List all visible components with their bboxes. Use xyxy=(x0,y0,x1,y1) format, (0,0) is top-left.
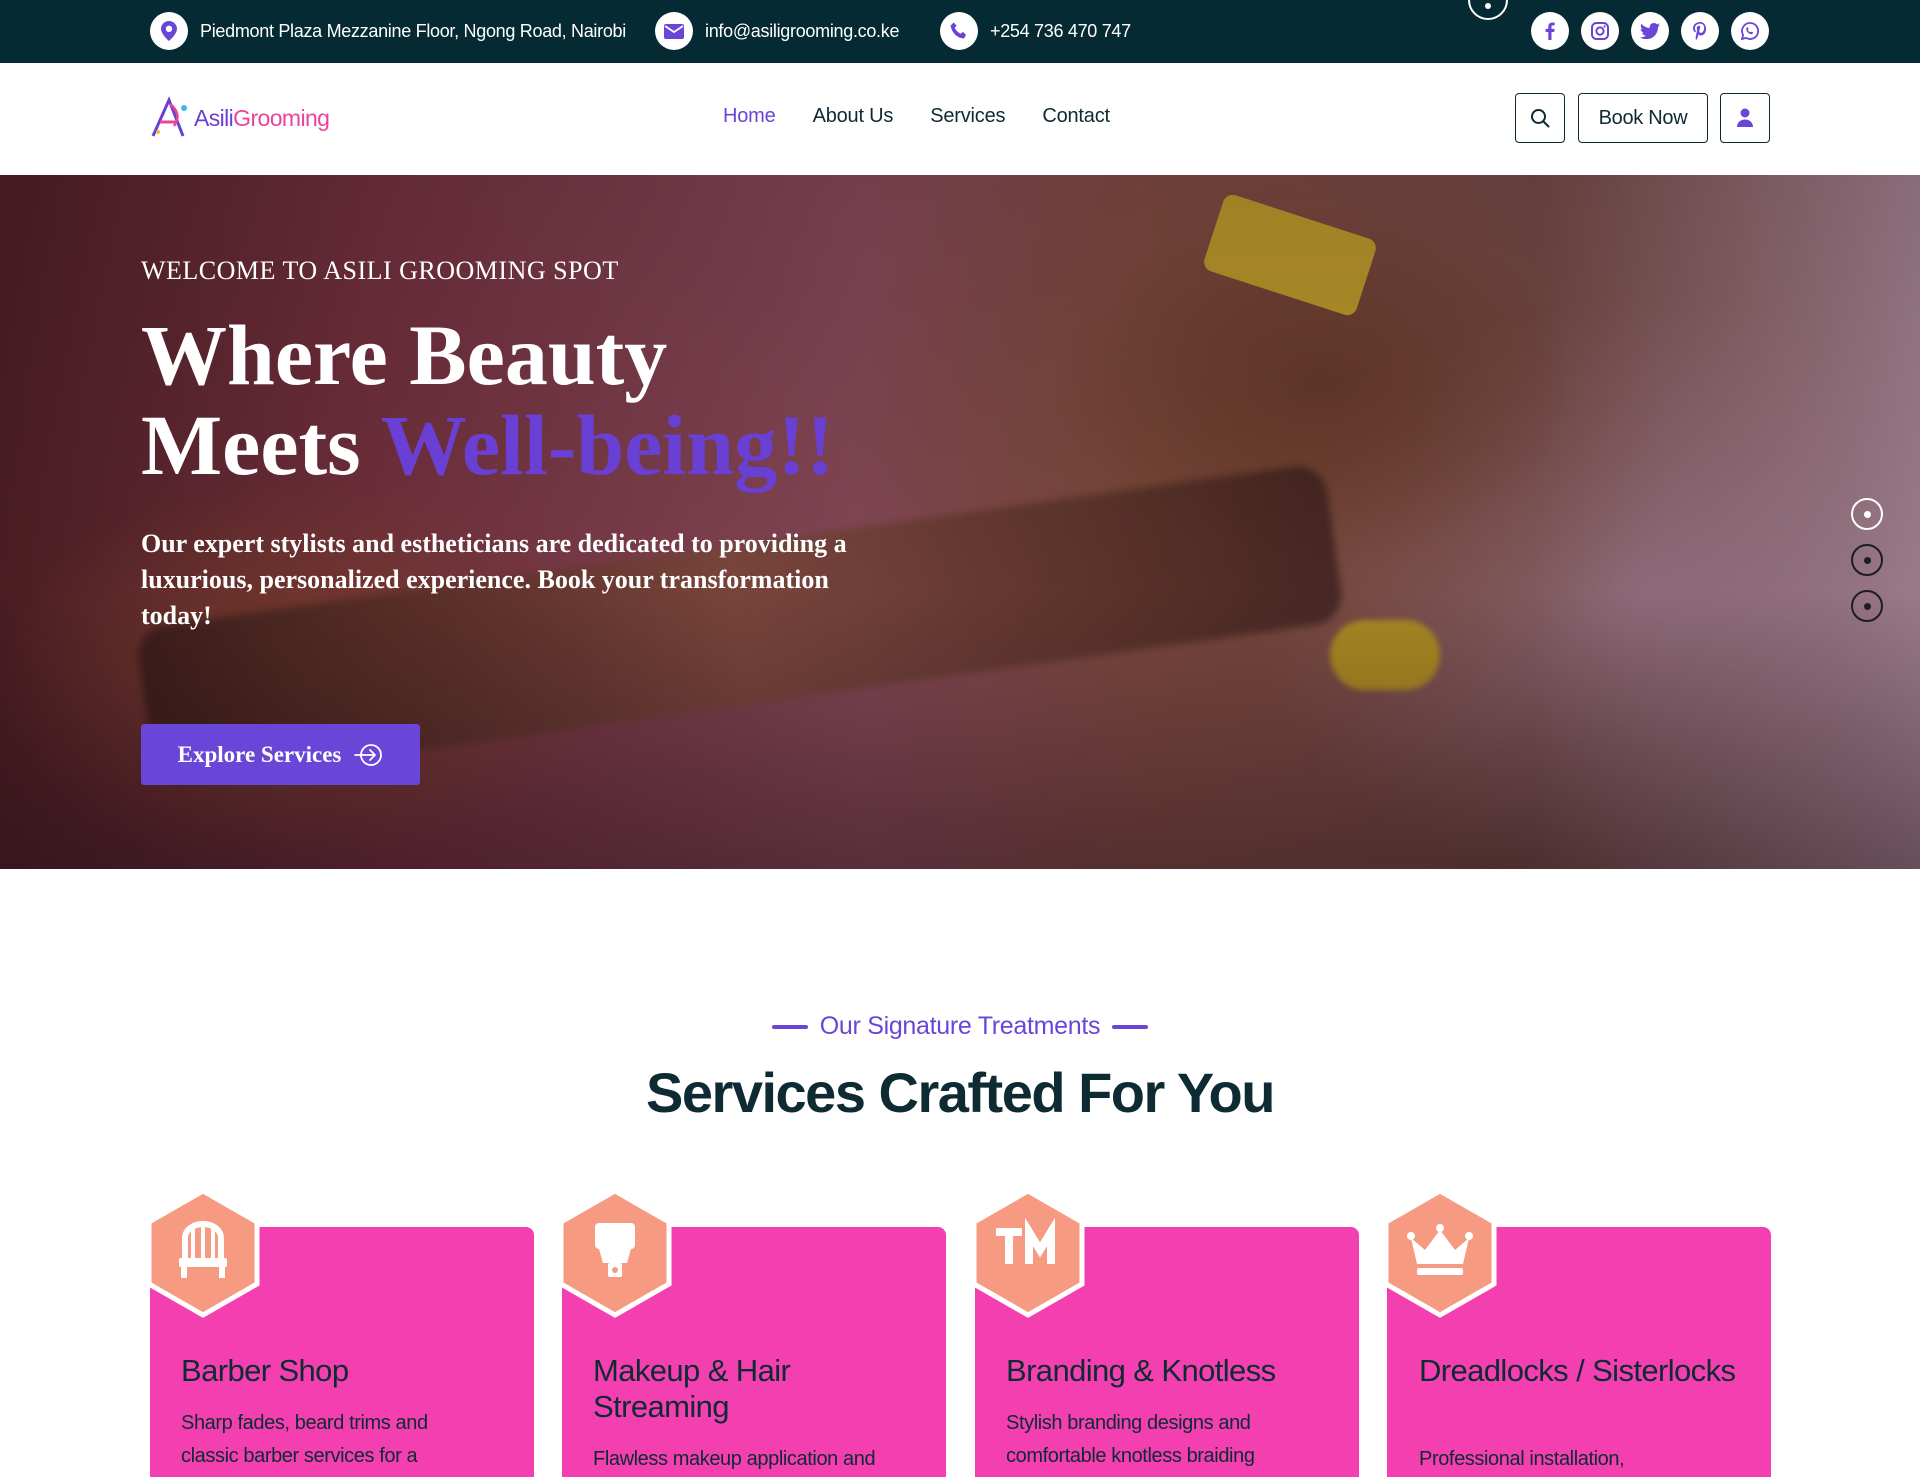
section-title: Services Crafted For You xyxy=(646,1061,1275,1124)
main-nav: Home About Us Services Contact xyxy=(723,105,1147,128)
scroll-indicator[interactable] xyxy=(1468,0,1508,20)
logo-text-grooming: Grooming xyxy=(233,104,330,131)
slider-dot-1[interactable] xyxy=(1851,498,1883,530)
account-button[interactable] xyxy=(1720,93,1770,143)
logo-a-icon xyxy=(151,96,187,137)
pinterest-icon[interactable] xyxy=(1681,12,1719,50)
email-link[interactable]: info@asiligrooming.co.ke xyxy=(705,21,899,42)
hero-title-accent: Well-being!! xyxy=(380,397,835,493)
service-title-dreadlocks: Dreadlocks / Sisterlocks xyxy=(1419,1353,1736,1388)
search-button[interactable] xyxy=(1515,93,1565,143)
service-title-barber-shop: Barber Shop xyxy=(181,1353,349,1388)
hero-title-plain: Meets xyxy=(141,397,381,493)
instagram-icon[interactable] xyxy=(1581,12,1619,50)
kicker-line-left xyxy=(771,1024,808,1029)
slider-dot-2[interactable] xyxy=(1851,544,1883,576)
main-header: AsiliGrooming Home About Us Services Con… xyxy=(0,63,1920,175)
nav-services[interactable]: Services xyxy=(930,105,1005,128)
hero-kicker: WELCOME TO ASILI GROOMING SPOT xyxy=(141,256,619,285)
makeup-brush-icon xyxy=(558,1188,672,1318)
service-desc-line: classic barber services for a xyxy=(181,1445,418,1467)
explore-services-button[interactable]: Explore Services xyxy=(141,724,420,785)
section-kicker-text: Our Signature Treatments xyxy=(819,1012,1101,1040)
facebook-icon[interactable] xyxy=(1531,12,1569,50)
phone-icon xyxy=(940,12,978,50)
hero-title-line-2: Meets Well-being!! xyxy=(141,400,834,490)
nav-home[interactable]: Home xyxy=(723,105,776,128)
service-title-branding-knotless: Branding & Knotless xyxy=(1006,1353,1276,1388)
hero-title: Where Beauty Meets Well-being!! xyxy=(141,310,834,490)
address-text: Piedmont Plaza Mezzanine Floor, Ngong Ro… xyxy=(200,20,626,41)
email-info[interactable]: info@asiligrooming.co.ke xyxy=(655,12,899,50)
section-kicker: Our Signature Treatments xyxy=(0,1012,1920,1041)
service-desc-line: Professional installation, xyxy=(1419,1448,1625,1470)
book-now-label: Book Now xyxy=(1598,106,1688,129)
kicker-line-right xyxy=(1112,1024,1149,1029)
phone-info[interactable]: +254 736 470 747 xyxy=(940,12,1131,50)
top-bar: Piedmont Plaza Mezzanine Floor, Ngong Ro… xyxy=(0,0,1920,63)
service-desc-line: comfortable knotless braiding xyxy=(1006,1445,1255,1467)
location-pin-icon xyxy=(150,12,188,50)
address-info: Piedmont Plaza Mezzanine Floor, Ngong Ro… xyxy=(150,12,626,50)
slider-dot-3[interactable] xyxy=(1851,590,1883,622)
service-desc-line: Stylish branding designs and xyxy=(1006,1412,1251,1434)
barber-chair-icon xyxy=(146,1188,260,1318)
service-desc-branding-knotless: Stylish branding designs and comfortable… xyxy=(1006,1407,1336,1473)
nav-contact[interactable]: Contact xyxy=(1042,105,1110,128)
service-desc-line: Sharp fades, beard trims and xyxy=(181,1412,428,1434)
hero-description: Our expert stylists and estheticians are… xyxy=(141,529,847,630)
nav-about-us[interactable]: About Us xyxy=(813,105,894,128)
service-desc-line: Flawless makeup application and xyxy=(593,1448,876,1470)
service-title-makeup-hair: Makeup & Hair Streaming xyxy=(593,1353,791,1424)
envelope-icon xyxy=(655,12,693,50)
site-logo[interactable]: AsiliGrooming xyxy=(150,93,330,143)
crown-icon xyxy=(1383,1188,1497,1318)
explore-services-label: Explore Services xyxy=(177,741,342,767)
service-desc-dreadlocks: Professional installation, xyxy=(1419,1443,1749,1476)
search-icon xyxy=(1531,109,1550,128)
phone-link[interactable]: +254 736 470 747 xyxy=(990,21,1131,42)
logo-text: AsiliGrooming xyxy=(194,104,330,132)
trademark-icon xyxy=(971,1188,1085,1318)
whatsapp-icon[interactable] xyxy=(1731,12,1769,50)
arrow-right-circle-icon xyxy=(354,743,383,766)
hero-title-line-1: Where Beauty xyxy=(141,307,668,403)
service-desc-makeup-hair: Flawless makeup application and xyxy=(593,1443,923,1476)
logo-text-asili: Asili xyxy=(194,104,234,131)
service-desc-barber-shop: Sharp fades, beard trims and classic bar… xyxy=(181,1407,511,1473)
twitter-icon[interactable] xyxy=(1631,12,1669,50)
book-now-button[interactable]: Book Now xyxy=(1578,93,1708,143)
user-icon xyxy=(1737,108,1753,127)
